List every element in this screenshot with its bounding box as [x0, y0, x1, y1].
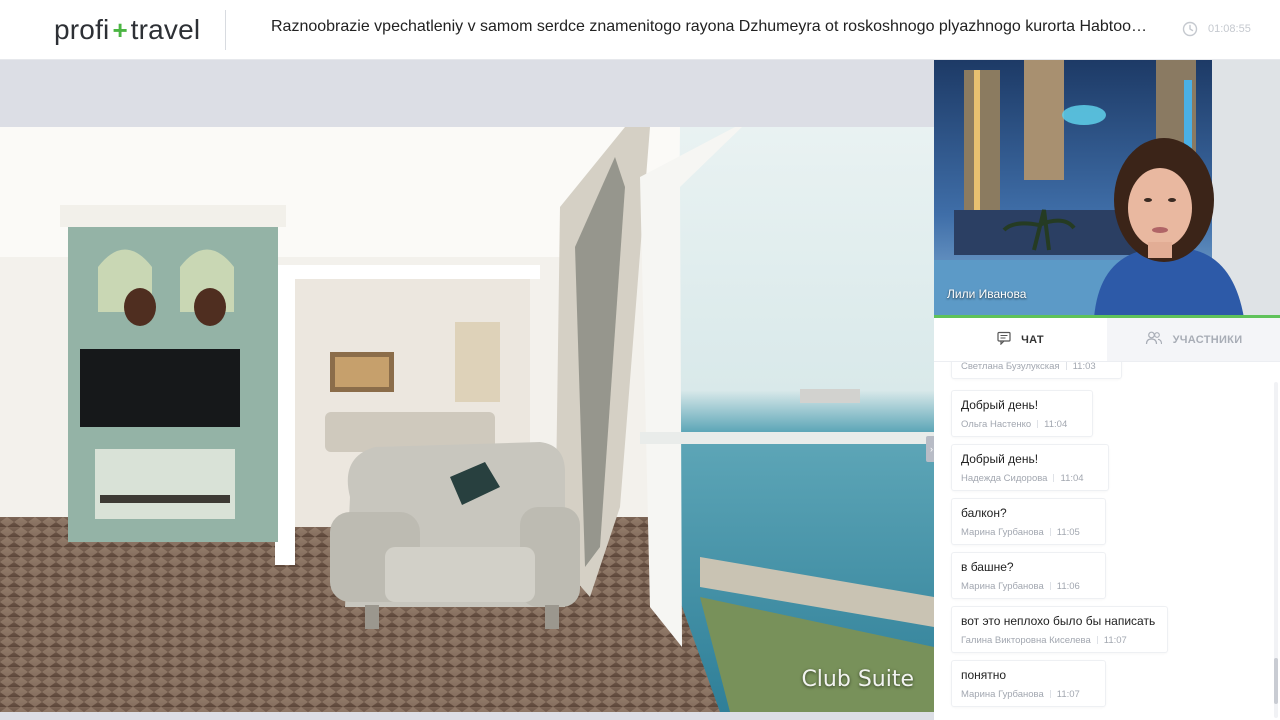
chat-message-text: понятно	[961, 668, 1007, 682]
chat-message-author: Ольга Настенко	[961, 419, 1032, 430]
presenter-name: Лили Иванова	[947, 287, 1027, 301]
tab-participants[interactable]: УЧАСТНИКИ	[1107, 318, 1280, 361]
chat-message-meta: Надежда Сидорова 11:04	[961, 473, 1099, 484]
hotel-room-image	[0, 127, 934, 712]
tab-chat[interactable]: ЧАТ	[934, 318, 1107, 361]
chat-message-author: Марина Гурбанова	[961, 527, 1044, 538]
side-tabs: ЧАТ УЧАСТНИКИ	[934, 318, 1280, 362]
chat-message: балкон? Марина Гурбанова 11:05	[951, 498, 1106, 545]
presenter-webcam-image	[934, 60, 1280, 318]
chat-message-time: 11:04	[1060, 473, 1084, 484]
chat-scrollbar-thumb[interactable]	[1274, 658, 1278, 704]
chat-message-meta: Марина Гурбанова 11:06	[961, 581, 1096, 592]
chat-message-time: 11:04	[1044, 419, 1068, 430]
elapsed-timer: 01:08:55	[1182, 21, 1251, 37]
presentation-stage: Club Suite ›	[0, 60, 937, 720]
chat-message-meta: Марина Гурбанова 11:07	[961, 689, 1096, 700]
chat-message: Светлана Бузулукская 11:03	[951, 362, 1122, 379]
chat-message: вот это неплохо было бы написать Галина …	[951, 606, 1168, 653]
chat-message-meta: Марина Гурбанова 11:05	[961, 527, 1096, 538]
presentation-video[interactable]: Club Suite	[0, 127, 934, 712]
logo-plus: +	[112, 14, 128, 45]
chat-icon	[997, 331, 1011, 348]
chat-message-text: вот это неплохо было бы написать	[961, 614, 1156, 628]
chat-message-time: 11:03	[1072, 362, 1096, 372]
tab-participants-label: УЧАСТНИКИ	[1172, 333, 1243, 346]
participants-icon	[1145, 331, 1163, 348]
chat-message: в башне? Марина Гурбанова 11:06	[951, 552, 1106, 599]
chat-message-author: Марина Гурбанова	[961, 689, 1044, 700]
top-bar: profi + travel Raznoobrazie vpechatleniy…	[0, 0, 1280, 60]
chat-message-time: 11:07	[1056, 689, 1080, 700]
presenter-webcam[interactable]: Лили Иванова	[934, 60, 1280, 318]
chat-message-meta: Галина Викторовна Киселева 11:07	[961, 635, 1158, 646]
chat-message: понятно Марина Гурбанова 11:07	[951, 660, 1106, 707]
chat-message-text: Добрый день!	[961, 398, 1039, 412]
chat-message-time: 11:06	[1056, 581, 1080, 592]
chat-message-meta: Ольга Настенко 11:04	[961, 419, 1083, 430]
chat-message-text: балкон?	[961, 506, 1007, 520]
webinar-title: Raznoobrazie vpechatleniy v samom serdce…	[271, 18, 1151, 35]
elapsed-time: 01:08:55	[1208, 23, 1251, 35]
chat-message-time: 11:07	[1103, 635, 1127, 646]
chat-message-author: Надежда Сидорова	[961, 473, 1048, 484]
chat-message-text: Добрый день!	[961, 452, 1039, 466]
chat-message-author: Марина Гурбанова	[961, 581, 1044, 592]
profi-travel-logo[interactable]: profi + travel	[50, 10, 226, 50]
clock-icon	[1182, 21, 1198, 37]
chat-message-list[interactable]: Светлана Бузулукская 11:03 Добрый день! О…	[934, 362, 1280, 720]
tab-chat-label: ЧАТ	[1021, 333, 1044, 346]
video-caption: Club Suite	[801, 667, 914, 692]
chat-message: Добрый день! Надежда Сидорова 11:04	[951, 444, 1109, 491]
side-panel: Лили Иванова ЧАТ УЧАСТНИКИ Светлана Бузу…	[934, 60, 1280, 720]
chat-message-meta: Светлана Бузулукская 11:03	[961, 362, 1112, 372]
chat-message-text: в башне?	[961, 560, 1014, 574]
chevron-right-icon: ›	[930, 444, 933, 454]
chat-message-author: Галина Викторовна Киселева	[961, 635, 1091, 646]
logo-text-profi: profi	[54, 14, 110, 45]
chat-message-time: 11:05	[1056, 527, 1080, 538]
chat-message-author: Светлана Бузулукская	[961, 362, 1060, 372]
logo-text-travel: travel	[130, 14, 201, 45]
chat-message: Добрый день! Ольга Настенко 11:04	[951, 390, 1093, 437]
